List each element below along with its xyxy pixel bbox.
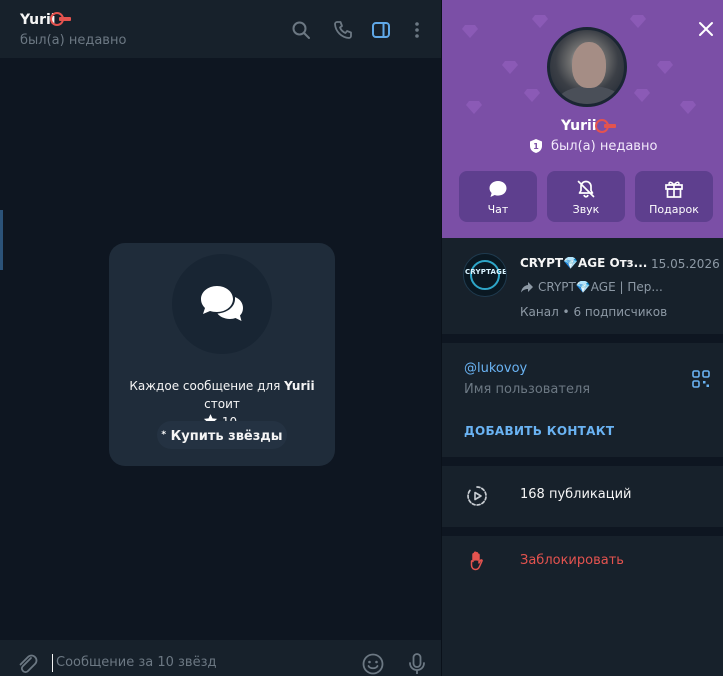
svg-text:1: 1 [533,142,539,151]
posts-item[interactable]: 168 публикаций [442,468,723,524]
diamond-pattern-icon [657,61,673,74]
channel-title: CRYPT💎AGE Отз... [520,256,648,270]
mute-button-label: Звук [572,203,600,216]
cryptage-badge-icon [50,12,71,26]
chat-button-label: Чат [487,203,509,216]
message-list[interactable]: Каждое сообщение для Yurii стоит 10. * К… [0,58,441,640]
paid-notice-suffix: стоит [204,397,240,411]
chat-bubbles-icon [201,286,243,321]
forward-icon [521,282,533,293]
sidebar-toggle-icon[interactable] [371,20,391,40]
microphone-icon[interactable] [405,652,429,676]
message-input[interactable]: Сообщение за 10 звёзд [52,654,342,672]
username-link[interactable]: @lukovoy [464,361,527,376]
paid-messages-card: Каждое сообщение для Yurii стоит 10. * К… [109,243,335,466]
profile-header: Yurii 1 был(а) недавно Чат Звук Подарок [442,0,723,238]
mute-button[interactable]: Звук [547,171,625,222]
diamond-pattern-icon [634,89,650,102]
gift-button[interactable]: Подарок [635,171,713,222]
section-separator [442,334,723,343]
profile-panel: Yurii 1 был(а) недавно Чат Звук Подарок … [442,0,723,676]
message-composer: Сообщение за 10 звёзд [0,640,441,676]
channel-avatar-text: CRYPTAGE [464,268,507,276]
paid-notice-prefix: Каждое сообщение для [129,379,285,393]
block-user-button[interactable]: Заблокировать [442,533,723,589]
posts-count-label: 168 публикаций [520,487,632,502]
paid-notice-name: Yurii [284,379,315,393]
diamond-pattern-icon [680,101,696,114]
channel-avatar: CRYPTAGE [463,253,507,297]
stories-play-icon [467,486,487,506]
bell-muted-icon [577,180,595,198]
section-separator [442,457,723,466]
buy-stars-label: Купить звёзды [170,429,283,444]
buy-stars-button[interactable]: * Купить звёзды [157,421,287,449]
cryptage-badge-icon [595,119,616,133]
channel-date: 15.05.2026 [651,257,720,271]
stop-hand-icon [470,551,483,571]
scroll-indicator [0,210,3,270]
channel-subscribers: Канал • 6 подписчиков [520,305,668,319]
chat-button[interactable]: Чат [459,171,537,222]
chat-status: был(а) недавно [20,33,127,48]
phone-icon[interactable] [333,20,353,40]
profile-name: Yurii [561,118,597,134]
more-vertical-icon[interactable] [407,20,427,40]
gift-icon [665,181,683,198]
profile-status: был(а) недавно [551,139,658,154]
attach-icon[interactable] [15,652,39,676]
sparkle-icon: * [161,430,167,440]
paid-card-icon-circle [172,254,272,354]
close-icon[interactable] [697,20,715,38]
chat-bubble-icon [489,181,507,197]
emoji-icon[interactable] [361,652,385,676]
diamond-pattern-icon [462,25,478,38]
diamond-pattern-icon [466,101,482,114]
search-icon[interactable] [291,20,311,40]
channel-last-post-preview: CRYPT💎AGE | Пер... [538,280,663,294]
personal-channel-item[interactable]: CRYPTAGE CRYPT💎AGE Отз... 15.05.2026 CRY… [442,238,723,334]
add-contact-button[interactable]: ДОБАВИТЬ КОНТАКТ [464,424,614,438]
block-user-label: Заблокировать [520,553,624,568]
chat-header[interactable]: Yurii был(а) недавно [0,0,441,58]
diamond-pattern-icon [532,15,548,28]
shield-icon: 1 [530,139,542,153]
gift-button-label: Подарок [649,203,699,216]
diamond-pattern-icon [502,61,518,74]
avatar[interactable] [547,27,627,107]
diamond-pattern-icon [524,89,540,102]
chat-area: Yurii был(а) недавно Каждое сообщение дл… [0,0,441,676]
diamond-pattern-icon [630,15,646,28]
username-caption: Имя пользователя [464,382,591,397]
qr-code-icon[interactable] [691,369,711,389]
